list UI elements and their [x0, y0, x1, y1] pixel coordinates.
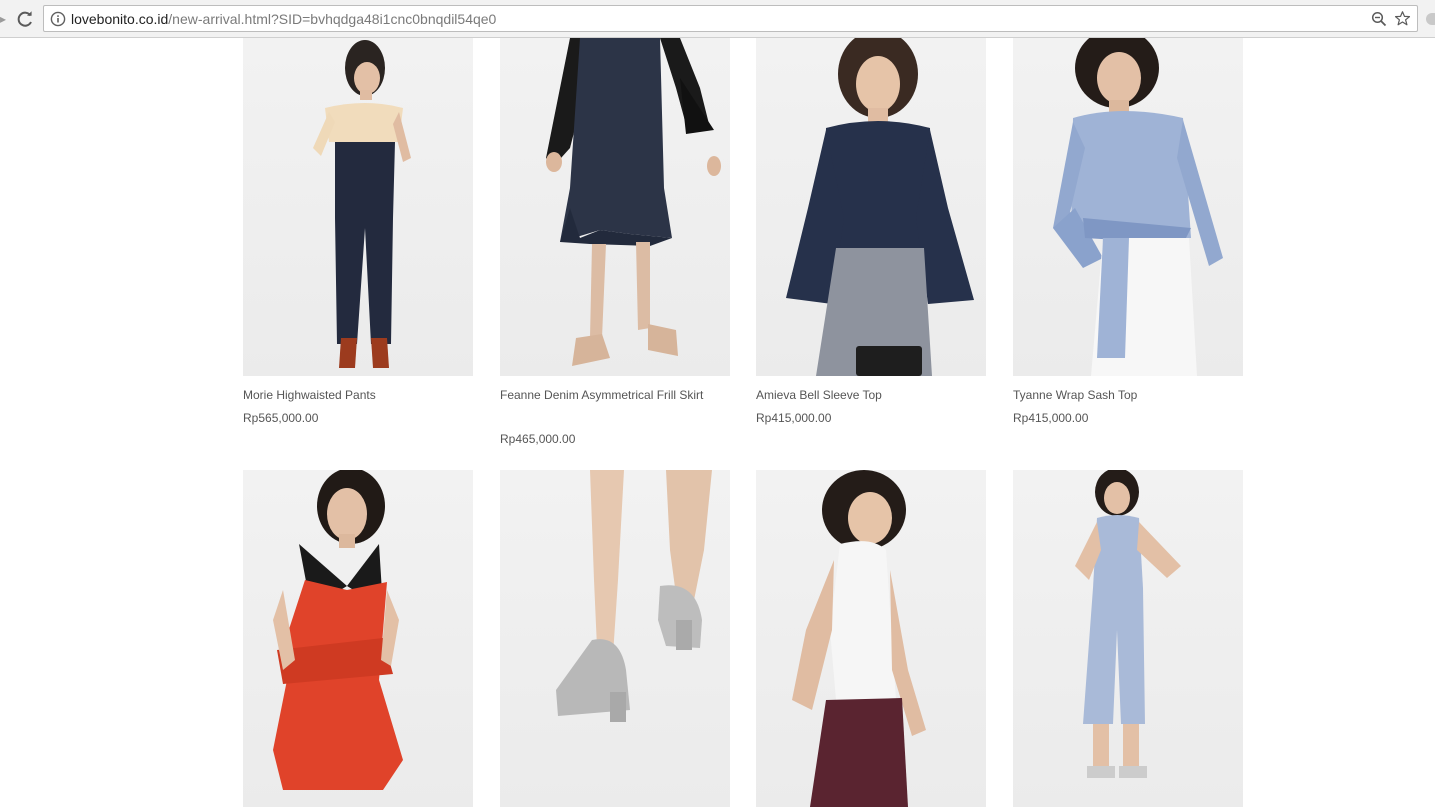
bookmark-star-icon[interactable] [1394, 10, 1411, 27]
product-image[interactable] [1013, 38, 1243, 376]
zoom-icon[interactable] [1371, 11, 1387, 27]
product-price: Rp415,000.00 [1013, 411, 1089, 425]
product-image[interactable] [500, 38, 730, 376]
extension-icon[interactable] [1426, 13, 1435, 25]
product-price: Rp465,000.00 [500, 432, 576, 446]
product-grid: Morie Highwaisted Pants Rp565,000.00 Fea… [0, 38, 1435, 807]
product-image[interactable] [756, 470, 986, 807]
product-price: Rp415,000.00 [756, 411, 832, 425]
product-price: Rp565,000.00 [243, 411, 319, 425]
product-name[interactable]: Feanne Denim Asymmetrical Frill Skirt [500, 385, 720, 406]
product-name[interactable]: Tyanne Wrap Sash Top [1013, 385, 1233, 406]
forward-button[interactable]: ▸ [0, 12, 6, 26]
url-text[interactable]: lovebonito.co.id/new-arrival.html?SID=bv… [71, 11, 496, 27]
reload-icon[interactable] [14, 9, 36, 29]
product-image[interactable] [756, 38, 986, 376]
browser-toolbar: ▸ lovebonito.co.id/new-arrival.html?SID=… [0, 0, 1435, 38]
product-image[interactable] [243, 470, 473, 807]
product-image[interactable] [1013, 470, 1243, 807]
product-name[interactable]: Amieva Bell Sleeve Top [756, 385, 976, 406]
url-path: /new-arrival.html?SID=bvhqdga48i1cnc0bnq… [168, 11, 497, 27]
address-bar[interactable]: lovebonito.co.id/new-arrival.html?SID=bv… [43, 5, 1418, 32]
info-icon[interactable] [50, 11, 66, 27]
product-name[interactable]: Morie Highwaisted Pants [243, 385, 463, 406]
product-image[interactable] [500, 470, 730, 807]
url-host: lovebonito.co.id [71, 11, 169, 27]
product-image[interactable] [243, 38, 473, 376]
